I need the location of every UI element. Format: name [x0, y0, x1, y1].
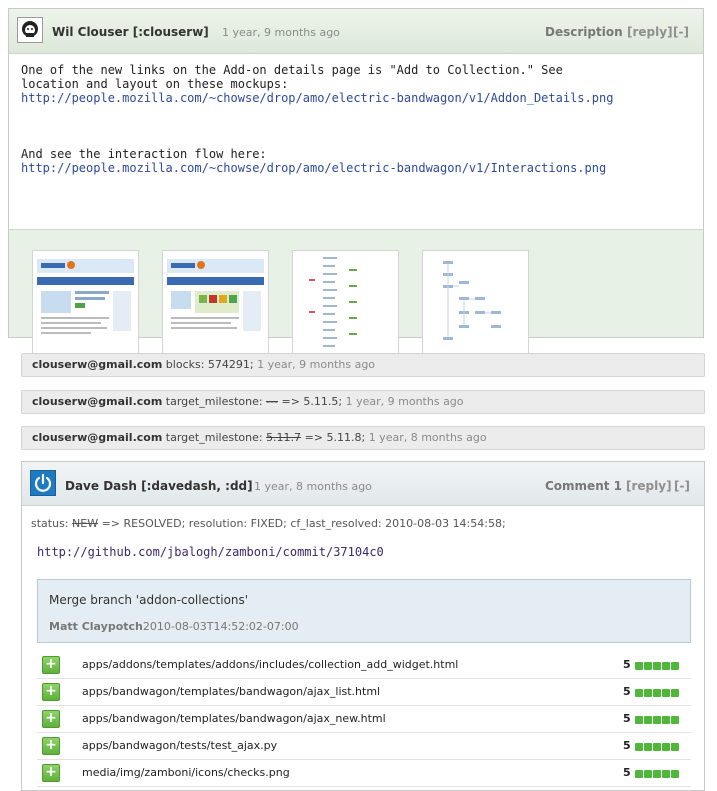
activity-field: target_milestone: [165, 395, 263, 408]
collapse-toggle[interactable]: [-] [673, 25, 689, 39]
activity-row: clouserw@gmail.com target_milestone: 5.1… [21, 426, 705, 450]
activity-field: target_milestone: [165, 431, 263, 444]
file-name[interactable]: apps/bandwagon/tests/test_ajax.py [82, 739, 277, 752]
commit-link[interactable]: http://github.com/jbalogh/zamboni/commit… [37, 545, 384, 559]
commit-message: Merge branch 'addon-collections' [49, 593, 249, 607]
activity-time[interactable]: 1 year, 9 months ago [346, 395, 464, 408]
activity-user[interactable]: clouserw@gmail.com [32, 395, 162, 408]
avatar [30, 470, 56, 496]
file-name[interactable]: apps/bandwagon/templates/bandwagon/ajax_… [82, 712, 386, 725]
thumbnail-add-to-collection[interactable] [162, 250, 269, 357]
added-icon: + [42, 764, 60, 782]
reply-link[interactable]: [reply] [627, 25, 673, 39]
description-author[interactable]: Wil Clouser [:clouserw] [52, 25, 209, 39]
commit-meta: Matt Claypotch2010-08-03T14:52:02-07:00 [49, 620, 299, 633]
file-name[interactable]: apps/bandwagon/templates/bandwagon/ajax_… [82, 685, 380, 698]
activity-new-value: => 5.11.5; [281, 395, 343, 408]
collapse-toggle[interactable]: [-] [674, 479, 690, 493]
change-count: 5 [623, 739, 631, 752]
activity-row: clouserw@gmail.com blocks: 574291; 1 yea… [21, 353, 705, 377]
file-name[interactable]: apps/addons/templates/addons/includes/co… [82, 658, 458, 671]
comment-header: Dave Dash [:davedash, :dd] 1 year, 8 mon… [22, 462, 704, 506]
description-line: One of the new links on the Add-on detai… [21, 63, 563, 77]
added-icon: + [42, 737, 60, 755]
status-change: status: NEW => RESOLVED; resolution: FIX… [22, 506, 704, 536]
thumbnail-addon-details[interactable] [32, 250, 139, 357]
description-text: One of the new links on the Add-on detai… [9, 54, 703, 230]
commit-author: Matt Claypotch [49, 620, 143, 633]
added-icon: + [42, 683, 60, 701]
activity-user[interactable]: clouserw@gmail.com [32, 431, 162, 444]
activity-old-value: --- [266, 395, 278, 408]
status-new: => RESOLVED; resolution: FIXED; cf_last_… [101, 517, 506, 530]
change-count: 5 [623, 712, 631, 725]
file-row: + apps/bandwagon/tests/test_ajax.py 5 [37, 733, 691, 760]
interactions-link[interactable]: http://people.mozilla.com/~chowse/drop/a… [21, 161, 606, 175]
change-bar [635, 660, 680, 673]
change-bar [635, 741, 680, 754]
file-row: + apps/bandwagon/templates/bandwagon/aja… [37, 706, 691, 733]
attachment-thumbnails [9, 230, 703, 357]
comment-number[interactable]: Comment 1 [545, 479, 622, 493]
activity-new-value[interactable]: 574291; [208, 358, 254, 371]
change-bar [635, 768, 680, 781]
status-label: status: [31, 517, 69, 530]
thumbnail-interactions[interactable] [422, 250, 529, 357]
description-label[interactable]: Description [545, 25, 623, 39]
added-icon: + [42, 656, 60, 674]
change-count: 5 [623, 685, 631, 698]
comment-author[interactable]: Dave Dash [:davedash, :dd] [65, 479, 253, 493]
activity-new-value: => 5.11.8; [304, 431, 366, 444]
thumbnail-flow-list[interactable] [292, 250, 399, 357]
commit-box: Merge branch 'addon-collections' Matt Cl… [37, 579, 691, 643]
comment-card: Dave Dash [:davedash, :dd] 1 year, 8 mon… [21, 461, 705, 791]
description-line: And see the interaction flow here: [21, 147, 267, 161]
change-count: 5 [623, 766, 631, 779]
avatar [17, 17, 43, 43]
description-card: Wil Clouser [:clouserw] 1 year, 9 months… [8, 8, 704, 357]
description-time[interactable]: 1 year, 9 months ago [222, 26, 340, 39]
power-icon [34, 473, 52, 492]
file-row: + media/img/zamboni/icons/checks.png 5 [37, 760, 691, 787]
file-row: + apps/addons/templates/addons/includes/… [37, 652, 691, 679]
change-bar [635, 714, 680, 727]
activity-field: blocks: [165, 358, 205, 371]
activity-old-value: 5.11.7 [266, 431, 302, 444]
activity-row: clouserw@gmail.com target_milestone: ---… [21, 390, 705, 414]
file-row: + apps/bandwagon/templates/bandwagon/aja… [37, 679, 691, 706]
activity-user[interactable]: clouserw@gmail.com [32, 358, 162, 371]
activity-time[interactable]: 1 year, 9 months ago [257, 358, 375, 371]
reply-link[interactable]: [reply] [626, 479, 672, 493]
mockup-link[interactable]: http://people.mozilla.com/~chowse/drop/a… [21, 91, 613, 105]
commit-link-row: http://github.com/jbalogh/zamboni/commit… [22, 536, 704, 565]
change-bar [635, 687, 680, 700]
added-icon: + [42, 710, 60, 728]
status-old: NEW [72, 517, 99, 530]
description-line: location and layout on these mockups: [21, 77, 289, 91]
commit-date: 2010-08-03T14:52:02-07:00 [142, 620, 299, 633]
activity-time[interactable]: 1 year, 8 months ago [369, 431, 487, 444]
comment-time[interactable]: 1 year, 8 months ago [254, 480, 372, 493]
file-name[interactable]: media/img/zamboni/icons/checks.png [82, 766, 290, 779]
description-header: Wil Clouser [:clouserw] 1 year, 9 months… [9, 9, 703, 54]
change-count: 5 [623, 658, 631, 671]
